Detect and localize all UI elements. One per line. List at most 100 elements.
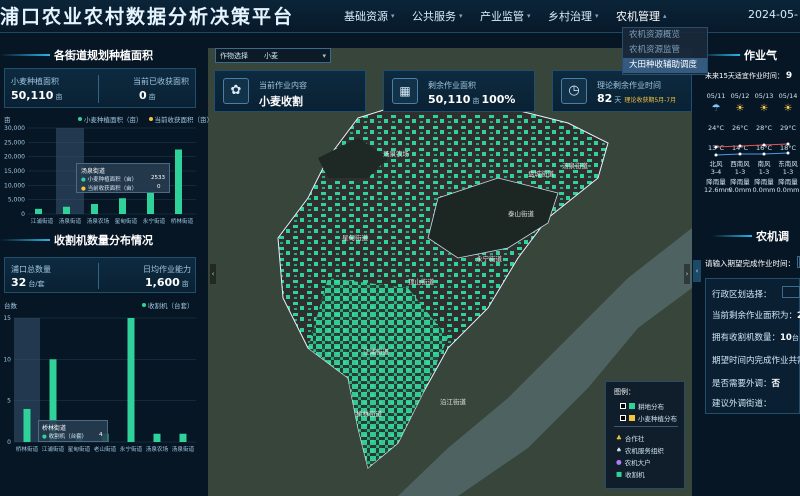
date-display: 2024-05- [748,8,798,21]
menu-item-field-dispatch[interactable]: 大田种收辅助调度 [623,58,707,73]
kpi-remaining-area: ▦ 剩余作业面积 50,110 亩 100% [383,70,535,112]
harvester-kpis: 浦口总数量 32 台/套 日均作业能力 1,600 亩 [4,257,196,293]
y-tick-label: 15,000 [4,168,25,175]
x-tick-label: 江浦街道 [31,217,54,225]
crop-filter[interactable]: 作物选择 小麦 ▾ [215,48,331,63]
legend-item-farmland[interactable]: 耕地分布 [620,401,664,411]
high-temp: 28°C [755,124,773,132]
y-tick-label: 0 [7,439,11,446]
menu-item-machinery-supervision[interactable]: 农机资源监管 [623,43,707,58]
kpi-label: 当前作业内容 [259,81,307,90]
bar[interactable] [147,192,154,215]
x-tick-label: 汤泉农场 [87,217,110,225]
legend-item-harvester[interactable]: ■ 收割机 [616,469,645,479]
kpi-value: 小麦收割 [259,95,303,108]
y-tick-label: 5 [7,398,11,405]
bar[interactable] [91,203,98,214]
x-tick-label: 汤泉街道 [172,445,195,453]
harvester-distribution-title: 收割机数量分布情况 [0,232,153,248]
kpi-value: 82 天理论收获期5月-7月 [597,92,677,105]
high-temp: 29°C [779,124,797,132]
weather-icon: ☀ [735,103,745,114]
bar[interactable] [175,149,182,215]
x-tick-label: 汤泉农场 [146,445,169,453]
low-temp-point [762,152,766,156]
kpi-label: 理论剩余作业时间 [597,81,661,90]
chevron-down-icon: ▾ [527,12,531,20]
nav-machinery-management[interactable]: 农机管理 ▴ [616,8,684,24]
dashboard-app: 浦口农业农村数据分析决策平台 基础资源 ▾ 公共服务 ▾ 产业监管 ▾ 乡村治理 ▾ 农… [0,0,800,496]
chevron-down-icon: ▾ [459,12,463,20]
menu-item-machinery-overview[interactable]: 农机资源概览 [623,28,707,43]
bar[interactable] [35,208,42,214]
kpi-value: 1,600 亩 [145,276,189,289]
rain-value: 0.0mm [776,186,800,194]
right-panel-toggle[interactable]: ‹ [693,260,701,282]
kpi-label: 当前已收获面积 [133,77,189,86]
map-label-district: 桥林街道 [356,410,382,418]
planting-area-title: 各街道规划种植面积 [0,47,153,63]
x-tick-label: 桥林街道 [171,217,194,225]
x-tick-label: 星甸街道 [115,217,138,225]
y-tick-label: 10,000 [4,182,25,189]
weather-title: 作业气 [700,47,777,63]
legend-item-wheat[interactable]: 小麦种植分布 [620,413,677,423]
harvester-icon: ■ [616,470,623,478]
day-label: 05/12 [730,92,750,100]
map-legend: 图例： 耕地分布 小麦种植分布 ♣ 合作社 ♠ 农机服务组织 ● 农机大户 ■ 收割机 [605,381,685,489]
legend-item-cooperative[interactable]: ♣ 合作社 [616,433,644,443]
rain-value: 0.0mm [728,186,752,194]
dispatch-title: 农机调 [712,228,789,244]
nav-industry-supervision[interactable]: 产业监管 ▾ [480,8,548,24]
y-tick-label: 30,000 [4,125,25,132]
x-tick-label: 永宁街道 [143,217,166,225]
district-select[interactable] [782,286,800,298]
wheat-icon: ✿ [223,78,249,104]
chevron-down-icon: ▾ [391,12,395,20]
map-collapse-right-button[interactable]: › [684,264,690,284]
harvester-count-row: 拥有收割机数量：10台 [712,333,799,343]
bar[interactable] [127,318,135,442]
rain-value: 0.0mm [752,186,776,194]
nav-public-services[interactable]: 公共服务 ▾ [412,8,480,24]
map-label-district: 泰山街道 [508,210,534,218]
bar[interactable] [119,198,126,214]
map-collapse-left-button[interactable]: ‹ [210,264,216,284]
high-temp: 24°C [707,124,725,132]
legend-item-large-holder[interactable]: ● 农机大户 [616,457,651,467]
nav-rural-governance[interactable]: 乡村治理 ▾ [548,8,616,24]
remaining-area-row: 当前剩余作业面积为：2 [712,311,800,321]
low-temp-point [738,152,742,156]
crop-filter-label: 作物选择 [220,51,248,60]
bar[interactable] [63,206,70,214]
rain-value: 12.6mm [704,186,732,194]
map-label-district: 汤泉农场 [383,150,409,158]
legend-title: 图例： [614,388,635,396]
weather-icon: ☀ [783,103,793,114]
suggested-district-row: 建议外调街道： [712,399,772,409]
kpi-remaining-time: ◷ 理论剩余作业时间 82 天理论收获期5月-7月 [552,70,692,112]
x-tick-label: 桥林街道 [16,445,39,453]
bar[interactable] [179,433,187,442]
bar[interactable] [153,433,161,442]
x-tick-label: 老山街道 [94,445,117,453]
x-tick-label: 星甸街道 [68,445,91,453]
nav-basic-resources[interactable]: 基础资源 ▾ [344,8,412,24]
kpi-label: 小麦种植面积 [11,77,59,86]
forecast-text: 未来15天适宜作业时间： 9 [705,71,793,81]
checkbox-icon [620,415,626,421]
kpi-label: 剩余作业面积 [428,81,476,90]
high-temp-point [762,143,766,147]
bar[interactable] [23,408,31,442]
x-tick-label: 永宁街道 [120,445,143,453]
weather-icon: ☀ [759,103,769,114]
map-label-district: 汤泉街道 [562,162,588,170]
kpi-value: 50,110 亩 100% [428,93,516,106]
legend-item-service-org[interactable]: ♠ 农机服务组织 [616,445,664,455]
map-label-district: 星甸街道 [342,234,368,242]
map-label-district: 盘城街道 [528,170,554,178]
map-label-district: 永宁街道 [476,255,502,263]
y-tick-label: 5,000 [8,197,25,204]
rain-label: 降雨量 [730,178,750,186]
rain-label: 降雨量 [778,178,798,186]
